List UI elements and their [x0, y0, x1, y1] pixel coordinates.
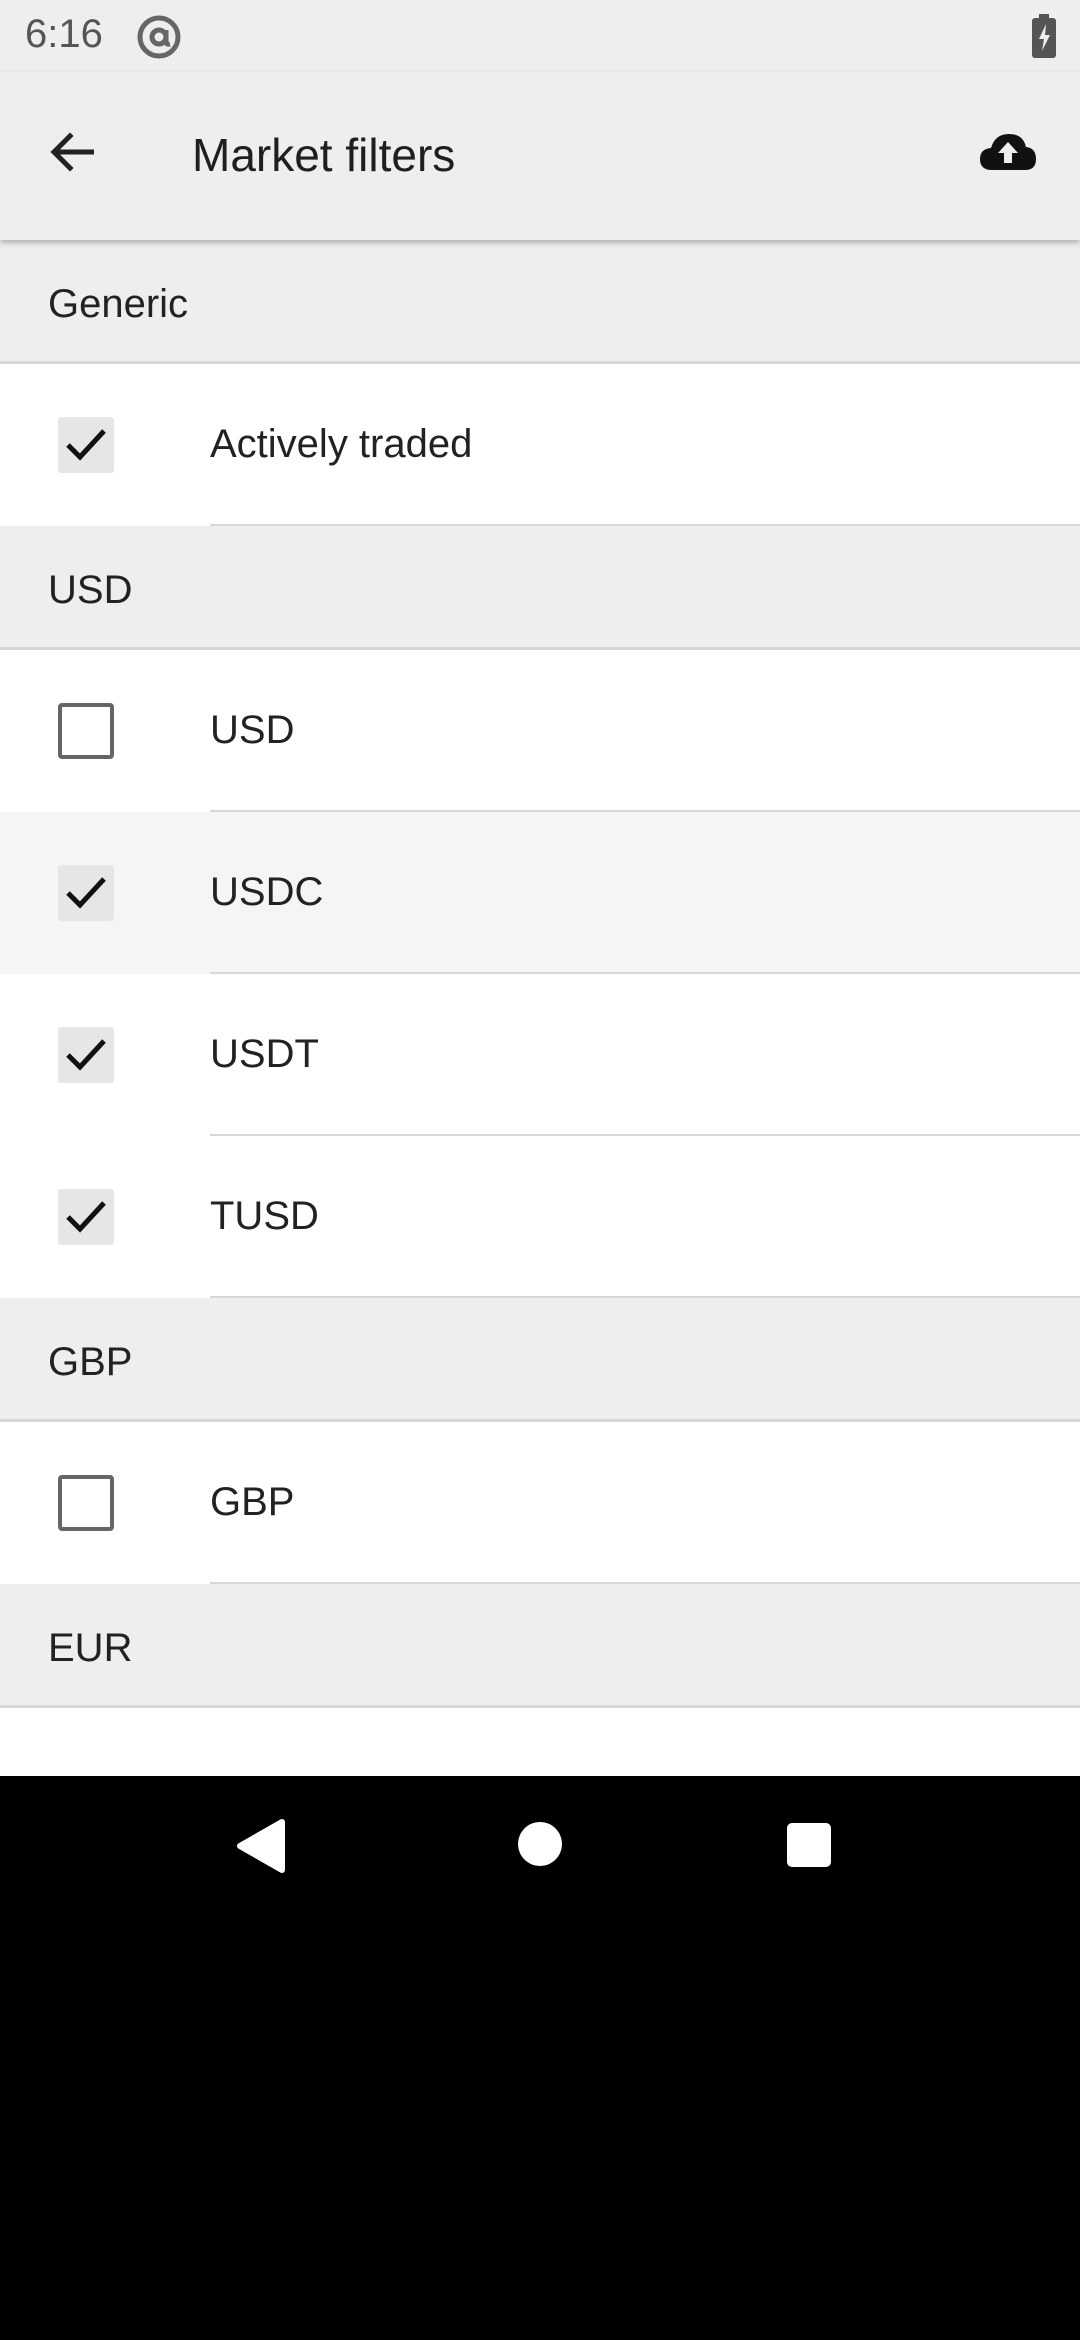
- back-button[interactable]: [34, 116, 110, 192]
- filter-label: Actively traded: [210, 422, 473, 466]
- status-time: 6:16: [25, 12, 103, 56]
- section-header-label: GBP: [48, 1340, 133, 1384]
- upload-button[interactable]: [966, 116, 1050, 192]
- nav-back-icon[interactable]: [234, 1818, 286, 1879]
- checkbox-usdt[interactable]: [58, 1027, 114, 1083]
- filter-label: TUSD: [210, 1194, 319, 1238]
- checkmark-icon: [66, 429, 106, 461]
- at-sign-icon: [136, 14, 182, 60]
- checkbox-tusd[interactable]: [58, 1189, 114, 1245]
- filter-row-partial[interactable]: [0, 1708, 1080, 1776]
- filter-label: USDT: [210, 1032, 319, 1076]
- section-header-gbp: GBP: [0, 1298, 1080, 1422]
- filter-row-gbp[interactable]: GBP: [0, 1422, 1080, 1584]
- section-header-label: USD: [48, 568, 133, 612]
- status-bar: 6:16: [0, 0, 1080, 72]
- section-header-usd: USD: [0, 526, 1080, 650]
- app-bar: Market filters: [0, 72, 1080, 240]
- filter-label: USDC: [210, 870, 324, 914]
- checkbox-actively-traded[interactable]: [58, 417, 114, 473]
- filter-row-usd[interactable]: USD: [0, 650, 1080, 812]
- screen: 6:16 Market filters Generic Actively tra…: [0, 0, 1080, 1776]
- checkmark-icon: [66, 1201, 106, 1233]
- section-header-label: Generic: [48, 282, 189, 326]
- nav-home-icon[interactable]: [518, 1822, 562, 1866]
- page-title: Market filters: [192, 129, 456, 181]
- filter-label: USD: [210, 708, 295, 752]
- cloud-upload-icon: [978, 132, 1038, 177]
- filter-list: Generic Actively traded USD USD USDC USD…: [0, 240, 1080, 1776]
- section-header-eur: EUR: [0, 1584, 1080, 1708]
- arrow-back-icon: [50, 131, 95, 177]
- checkbox-usdc[interactable]: [58, 865, 114, 921]
- checkmark-icon: [66, 877, 106, 909]
- filter-row-usdt[interactable]: USDT: [0, 974, 1080, 1136]
- checkbox-usd[interactable]: [58, 703, 114, 759]
- section-header-generic: Generic: [0, 240, 1080, 364]
- filter-row-actively-traded[interactable]: Actively traded: [0, 364, 1080, 526]
- checkbox-gbp[interactable]: [58, 1475, 114, 1531]
- navigation-bar: [0, 1776, 1080, 1918]
- filter-row-usdc[interactable]: USDC: [0, 812, 1080, 974]
- battery-charging-icon: [1031, 14, 1057, 58]
- nav-recents-icon[interactable]: [787, 1823, 831, 1867]
- filter-row-tusd[interactable]: TUSD: [0, 1136, 1080, 1298]
- checkmark-icon: [66, 1039, 106, 1071]
- filter-label: GBP: [210, 1480, 295, 1524]
- section-header-label: EUR: [48, 1626, 133, 1670]
